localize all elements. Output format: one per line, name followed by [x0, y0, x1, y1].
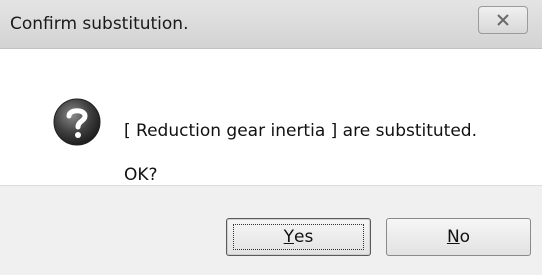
title-bar: Confirm substitution. — [0, 0, 542, 49]
message-line-2: OK? — [124, 165, 158, 185]
yes-label-rest: es — [294, 227, 314, 247]
yes-mnemonic: Y — [283, 227, 295, 247]
no-mnemonic: N — [446, 227, 460, 247]
no-button[interactable]: No — [386, 218, 531, 256]
message-text: [ Reduction gear inertia ] are substitut… — [124, 98, 477, 186]
message-area: [ Reduction gear inertia ] are substitut… — [0, 49, 542, 185]
close-button[interactable] — [478, 6, 528, 34]
button-bar: Yes No — [0, 185, 542, 275]
yes-button[interactable]: Yes — [226, 218, 371, 256]
dialog-title: Confirm substitution. — [10, 14, 189, 34]
close-icon — [497, 14, 509, 26]
question-icon — [53, 98, 101, 146]
message-line-1: [ Reduction gear inertia ] are substitut… — [124, 121, 477, 141]
confirm-dialog: Confirm substitution. [ Reduction gear i… — [0, 0, 542, 275]
no-label-rest: o — [459, 227, 471, 247]
